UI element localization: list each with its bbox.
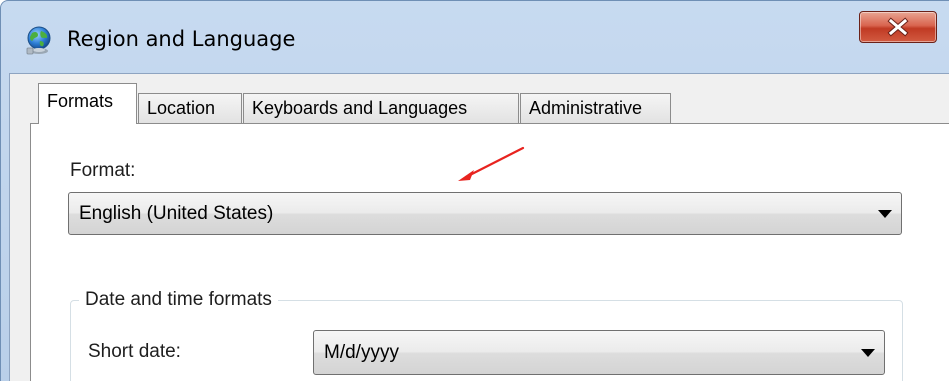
arrow-icon — [458, 146, 525, 181]
tab-formats[interactable]: Formats — [38, 83, 137, 124]
close-icon — [887, 17, 909, 37]
tab-label: Administrative — [529, 98, 643, 118]
short-date-dropdown[interactable]: M/d/yyyy — [313, 330, 885, 375]
format-dropdown[interactable]: English (United States) — [68, 192, 902, 235]
tab-location[interactable]: Location — [138, 93, 242, 123]
format-dropdown-value: English (United States) — [79, 203, 274, 224]
date-time-formats-title: Date and time formats — [79, 289, 278, 311]
tab-label: Keyboards and Languages — [252, 98, 468, 118]
title-bar[interactable]: Region and Language — [1, 1, 949, 73]
format-label: Format: — [70, 160, 136, 181]
chevron-down-icon — [878, 210, 892, 218]
tab-keyboards-and-languages[interactable]: Keyboards and Languages — [243, 93, 519, 123]
chevron-down-icon — [861, 349, 875, 357]
short-date-dropdown-value: M/d/yyyy — [324, 342, 399, 363]
tab-label: Formats — [47, 91, 114, 111]
window-title: Region and Language — [67, 27, 296, 51]
close-button[interactable] — [859, 11, 937, 43]
tab-administrative[interactable]: Administrative — [520, 93, 671, 123]
short-date-label: Short date: — [88, 341, 181, 362]
tab-label: Location — [147, 98, 216, 118]
globe-icon — [26, 26, 51, 55]
